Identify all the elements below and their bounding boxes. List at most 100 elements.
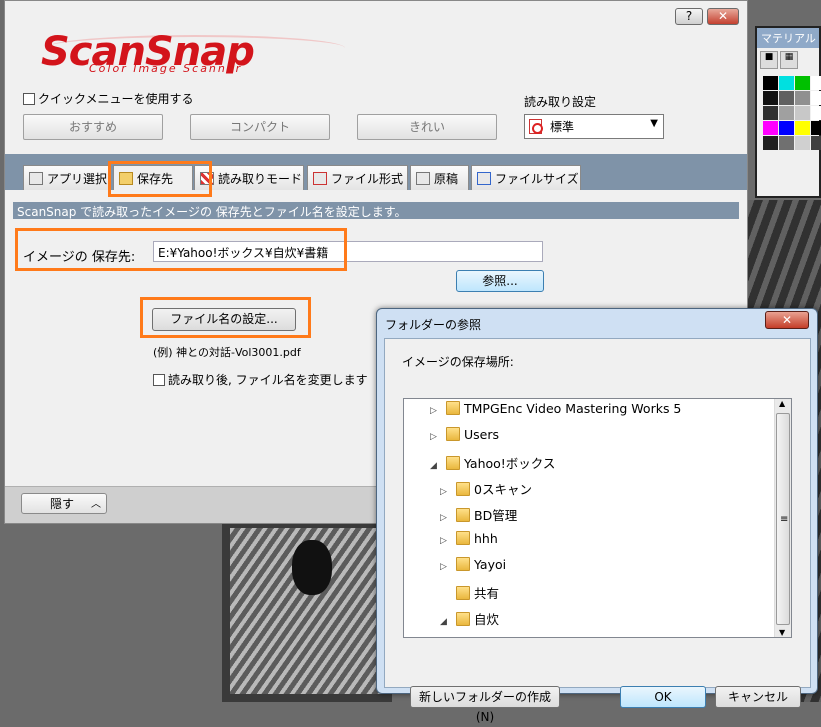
color-swatch[interactable]: [795, 121, 810, 135]
folder-icon: [446, 456, 460, 470]
checkbox-box[interactable]: [23, 93, 35, 105]
hide-button[interactable]: 隠す ︿: [21, 493, 107, 514]
folder-name: hhh: [474, 531, 498, 546]
file-size-icon: [477, 172, 491, 185]
rename-after-read-checkbox[interactable]: 読み取り後, ファイル名を変更します: [153, 371, 368, 388]
quick-menu-label: クイックメニューを使用する: [38, 92, 194, 106]
expanded-arrow-icon[interactable]: ◢: [430, 461, 442, 471]
tab-label: 読み取りモード: [218, 172, 303, 186]
dialog-close-button[interactable]: ✕: [765, 311, 809, 329]
scroll-grip-icon: ≡: [780, 514, 789, 525]
color-swatch[interactable]: [795, 76, 810, 90]
folder-name: 共有: [474, 586, 500, 601]
ok-button[interactable]: OK: [620, 686, 706, 708]
color-swatch[interactable]: [779, 91, 794, 105]
folder-tree-item[interactable]: ▷ BD管理: [440, 505, 517, 531]
tab-file-size[interactable]: ファイルサイズ: [471, 165, 581, 190]
color-swatch[interactable]: [779, 76, 794, 90]
scroll-up-arrow-icon[interactable]: ▲: [779, 399, 785, 408]
tab-document[interactable]: 原稿: [410, 165, 469, 190]
palette-toolbar: ■ ▦: [757, 48, 819, 74]
palette-tool-icon[interactable]: ▦: [780, 51, 798, 69]
folder-tree[interactable]: ▲ ≡ ▼ ▷ TMPGEnc Video Mastering Works 5 ▷ U…: [403, 398, 792, 638]
browse-button[interactable]: 参照...: [456, 270, 544, 292]
color-swatch[interactable]: [811, 76, 821, 90]
folder-name: Users: [464, 427, 500, 442]
folder-tree-item[interactable]: ◢ Yahoo!ボックス: [430, 453, 555, 479]
background-photo: [222, 520, 392, 702]
app-icon: [29, 172, 43, 185]
folder-tree-item[interactable]: 共有: [440, 583, 499, 609]
folder-name: Yahoo!ボックス: [464, 456, 556, 471]
color-swatch[interactable]: [763, 76, 778, 90]
color-swatch[interactable]: [763, 136, 778, 150]
window-title-buttons: ? ✕: [675, 8, 739, 25]
scroll-thumb[interactable]: ≡: [776, 413, 790, 625]
tab-label: ファイル形式: [331, 172, 404, 186]
filename-example: (例) 神との対話-Vol3001.pdf: [153, 346, 301, 359]
tab-label: 原稿: [434, 172, 459, 186]
color-swatch[interactable]: [795, 91, 810, 105]
read-settings-select[interactable]: 標準 ▼: [524, 114, 664, 139]
folder-browse-dialog: フォルダーの参照 ✕ イメージの保存場所: ▲ ≡ ▼ ▷ TMPGEnc Vid…: [376, 308, 818, 724]
folder-icon: [456, 586, 470, 600]
color-swatch[interactable]: [763, 121, 778, 135]
panel-description: ScanSnap で読み取ったイメージの 保存先とファイル名を設定します。: [13, 202, 739, 219]
cancel-button[interactable]: キャンセル: [715, 686, 801, 708]
folder-tree-item[interactable]: ◢ 自炊: [440, 609, 499, 635]
folder-icon: [446, 427, 460, 441]
color-swatch[interactable]: [795, 136, 810, 150]
read-settings-value: 標準: [550, 120, 575, 134]
folder-name: TMPGEnc Video Mastering Works 5: [464, 401, 682, 416]
scroll-down-arrow-icon[interactable]: ▼: [779, 628, 785, 637]
checkbox-box[interactable]: [153, 374, 165, 386]
collapsed-arrow-icon[interactable]: ▷: [440, 536, 452, 546]
tree-scrollbar[interactable]: ▲ ≡ ▼: [774, 399, 791, 637]
help-button[interactable]: ?: [675, 8, 703, 25]
color-swatch[interactable]: [763, 91, 778, 105]
material-palette: マテリアル ■ ▦: [755, 26, 821, 198]
color-swatch[interactable]: [779, 121, 794, 135]
collapsed-arrow-icon[interactable]: ▷: [440, 562, 452, 572]
logo-subtitle: Color Image Scanner: [89, 62, 243, 75]
folder-tree-item[interactable]: ▷ hhh: [440, 531, 498, 557]
collapsed-arrow-icon[interactable]: ▷: [440, 487, 452, 497]
collapsed-arrow-icon[interactable]: ▷: [430, 432, 442, 442]
folder-icon: [446, 401, 460, 415]
folder-tree-item[interactable]: ▷ TMPGEnc Video Mastering Works 5: [430, 401, 681, 427]
color-swatch[interactable]: [811, 91, 821, 105]
tab-label: ファイルサイズ: [495, 172, 579, 186]
preset-clean-button[interactable]: きれい: [357, 114, 497, 140]
highlight-tab-save: [108, 161, 212, 197]
preset-recommended-button[interactable]: おすすめ: [23, 114, 163, 140]
tab-file-format[interactable]: ファイル形式: [307, 165, 408, 190]
color-swatch[interactable]: [795, 106, 810, 120]
color-swatch[interactable]: [763, 106, 778, 120]
color-swatch[interactable]: [811, 136, 821, 150]
color-swatch[interactable]: [811, 106, 821, 120]
window-close-button[interactable]: ✕: [707, 8, 739, 25]
folder-name: 0スキャン: [474, 482, 532, 497]
color-swatch[interactable]: [811, 121, 821, 135]
expanded-arrow-icon[interactable]: ◢: [440, 617, 452, 627]
color-swatch[interactable]: [779, 136, 794, 150]
read-settings-label: 読み取り設定: [524, 95, 597, 109]
folder-tree-item[interactable]: ▷ Yayoi: [440, 557, 506, 583]
folder-icon: [456, 482, 470, 496]
quick-menu-checkbox[interactable]: クイックメニューを使用する: [23, 90, 194, 107]
folder-tree-item[interactable]: ▷ Users: [430, 427, 499, 453]
highlight-save-path: [15, 228, 347, 271]
file-format-icon: [313, 172, 327, 185]
collapsed-arrow-icon[interactable]: ▷: [430, 406, 442, 416]
palette-tool-icon[interactable]: ■: [760, 51, 778, 69]
palette-title: マテリアル: [757, 28, 819, 48]
tab-app-select[interactable]: アプリ選択: [23, 165, 109, 190]
collapsed-arrow-icon[interactable]: ▷: [440, 513, 452, 523]
folder-tree-item[interactable]: ▷ 0スキャン: [440, 479, 532, 505]
preset-compact-button[interactable]: コンパクト: [190, 114, 330, 140]
folder-icon: [456, 612, 470, 626]
color-swatch-grid[interactable]: [757, 74, 821, 152]
folder-name: 自炊: [474, 612, 500, 627]
new-folder-button[interactable]: 新しいフォルダーの作成(N): [410, 686, 560, 724]
color-swatch[interactable]: [779, 106, 794, 120]
